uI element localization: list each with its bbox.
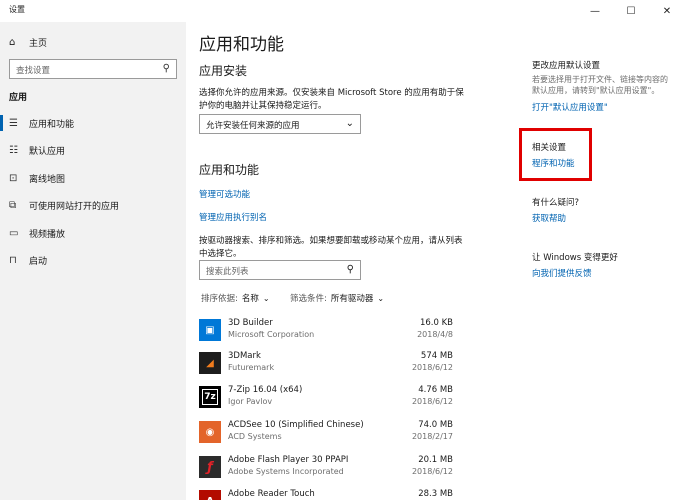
install-heading: 应用安装	[199, 64, 248, 78]
sidebar-item-default-apps[interactable]: ☷ 默认应用	[0, 140, 186, 160]
highlight-box	[519, 128, 592, 181]
page-title: 应用和功能	[199, 35, 284, 55]
minimize-button[interactable]: —	[577, 0, 613, 22]
app-list-search-placeholder: 搜索此列表	[206, 267, 249, 277]
apps-list-icon: ☰	[9, 117, 18, 129]
app-publisher: Igor Pavlov	[228, 397, 273, 406]
sort-dropdown[interactable]: 排序依据: 名称 ⌄	[201, 292, 270, 305]
window-title: 设置	[9, 5, 25, 14]
install-description: 选择你允许的应用来源。仅安装来自 Microsoft Store 的应用有助于保…	[199, 88, 464, 111]
manage-app-aliases-link[interactable]: 管理应用执行别名	[199, 211, 267, 223]
nav-home[interactable]: ⌂ 主页	[9, 36, 47, 49]
app-publisher: Adobe Systems Incorporated	[228, 467, 344, 476]
app-publisher: Futuremark	[228, 363, 275, 372]
sidebar-item-startup[interactable]: ⊓ 启动	[0, 250, 186, 270]
app-size: 20.1 MB	[418, 455, 453, 465]
settings-search-input[interactable]: 查找设置 ⚲	[9, 59, 177, 79]
sort-value: 名称	[241, 294, 259, 304]
filter-label: 筛选条件:	[290, 294, 327, 304]
app-date: 2018/4/8	[417, 330, 453, 339]
app-list-item[interactable]: 7z 7-Zip 16.04 (x64) Igor Pavlov 4.76 MB…	[199, 383, 453, 413]
feedback-link[interactable]: 向我们提供反馈	[532, 267, 592, 279]
app-list-item[interactable]: ◢ 3DMark Futuremark 574 MB 2018/6/12	[199, 349, 453, 379]
sidebar-item-label: 默认应用	[29, 146, 66, 157]
default-apps-icon: ☷	[9, 144, 18, 156]
search-icon: ⚲	[346, 264, 354, 275]
video-icon: ▭	[9, 227, 19, 239]
search-icon: ⚲	[162, 63, 170, 74]
app-acdsee-icon: ◉	[199, 421, 221, 443]
nav-home-label: 主页	[29, 39, 48, 49]
chevron-down-icon: ⌄	[262, 293, 270, 303]
install-source-dropdown[interactable]: 允许安装任何来源的应用 ⌄	[199, 114, 361, 134]
app-7zip-icon: 7z	[199, 386, 221, 408]
get-help-link[interactable]: 获取帮助	[532, 212, 566, 224]
settings-search-placeholder: 查找设置	[16, 66, 51, 76]
sidebar-item-label: 可使用网站打开的应用	[29, 201, 120, 212]
app-date: 2018/6/12	[411, 363, 453, 372]
title-bar: 设置 — ☐ ✕	[0, 0, 685, 22]
sidebar-item-websites-apps[interactable]: ⧉ 可使用网站打开的应用	[0, 195, 186, 215]
app-list-search-input[interactable]: 搜索此列表 ⚲	[199, 260, 361, 280]
app-name: ACDSee 10 (Simplified Chinese)	[228, 420, 364, 430]
install-source-value: 允许安装任何来源的应用	[206, 121, 300, 131]
app-size: 28.3 MB	[418, 489, 453, 499]
sidebar-item-label: 应用和功能	[29, 119, 75, 130]
offline-maps-icon: ⊡	[9, 172, 18, 184]
app-publisher: Microsoft Corporation	[228, 330, 315, 339]
home-icon: ⌂	[9, 37, 16, 48]
app-list-item[interactable]: ◉ ACDSee 10 (Simplified Chinese) ACD Sys…	[199, 418, 453, 448]
manage-optional-features-link[interactable]: 管理可选功能	[199, 188, 250, 200]
app-flash-icon: ƒ	[199, 456, 221, 478]
chevron-down-icon: ⌄	[377, 293, 385, 303]
app-list-item[interactable]: ▣ 3D Builder Microsoft Corporation 16.0 …	[199, 316, 453, 346]
app-size: 4.76 MB	[418, 385, 453, 395]
app-name: 3DMark	[228, 351, 261, 361]
maximize-button[interactable]: ☐	[613, 0, 649, 22]
app-adobe-reader-icon: A	[199, 490, 221, 500]
websites-apps-icon: ⧉	[9, 199, 17, 211]
filter-dropdown[interactable]: 筛选条件: 所有驱动器 ⌄	[290, 292, 385, 305]
open-default-apps-link[interactable]: 打开"默认应用设置"	[532, 101, 608, 113]
app-size: 574 MB	[420, 351, 453, 361]
sidebar-section-label: 应用	[9, 93, 28, 103]
sort-label: 排序依据:	[201, 294, 238, 304]
app-name: 3D Builder	[228, 318, 273, 328]
app-size: 74.0 MB	[418, 420, 453, 430]
app-3dmark-icon: ◢	[199, 352, 221, 374]
filter-value: 所有驱动器	[330, 294, 374, 304]
app-3dbuilder-icon: ▣	[199, 319, 221, 341]
sidebar: ⌂ 主页 查找设置 ⚲ 应用 ☰ 应用和功能 ☷ 默认应用 ⊡ 离线地图 ⧉ 可…	[0, 22, 186, 500]
app-date: 2018/6/12	[411, 397, 453, 406]
chevron-down-icon: ⌄	[345, 118, 354, 129]
app-date: 2018/6/12	[411, 467, 453, 476]
sidebar-item-video[interactable]: ▭ 视频播放	[0, 223, 186, 243]
app-name: Adobe Reader Touch	[228, 489, 315, 499]
startup-icon: ⊓	[9, 254, 17, 266]
app-name: Adobe Flash Player 30 PPAPI	[228, 455, 349, 465]
question-heading: 有什么疑问?	[532, 198, 580, 208]
app-publisher: ACD Systems	[228, 432, 282, 441]
app-list-item[interactable]: ƒ Adobe Flash Player 30 PPAPI Adobe Syst…	[199, 453, 453, 483]
improve-windows-heading: 让 Windows 变得更好	[532, 253, 618, 263]
sidebar-item-offline-maps[interactable]: ⊡ 离线地图	[0, 168, 186, 188]
sidebar-item-apps-features[interactable]: ☰ 应用和功能	[0, 113, 186, 133]
apps-description: 按驱动器搜索、排序和筛选。如果想要卸载或移动某个应用，请从列表中选择它。	[199, 236, 463, 259]
sidebar-item-label: 视频播放	[29, 229, 66, 240]
app-list-item[interactable]: A Adobe Reader Touch 28.3 MB	[199, 487, 453, 500]
app-size: 16.0 KB	[419, 318, 453, 328]
app-date: 2018/2/17	[411, 432, 453, 441]
default-settings-heading: 更改应用默认设置	[532, 61, 601, 71]
close-button[interactable]: ✕	[649, 0, 685, 22]
apps-heading: 应用和功能	[199, 163, 260, 177]
default-settings-text: 若要选择用于打开文件、链接等内容的默认应用，请转到"默认应用设置"。	[532, 75, 668, 95]
sidebar-item-label: 启动	[29, 256, 48, 267]
app-name: 7-Zip 16.04 (x64)	[228, 385, 303, 395]
sidebar-item-label: 离线地图	[29, 174, 66, 185]
